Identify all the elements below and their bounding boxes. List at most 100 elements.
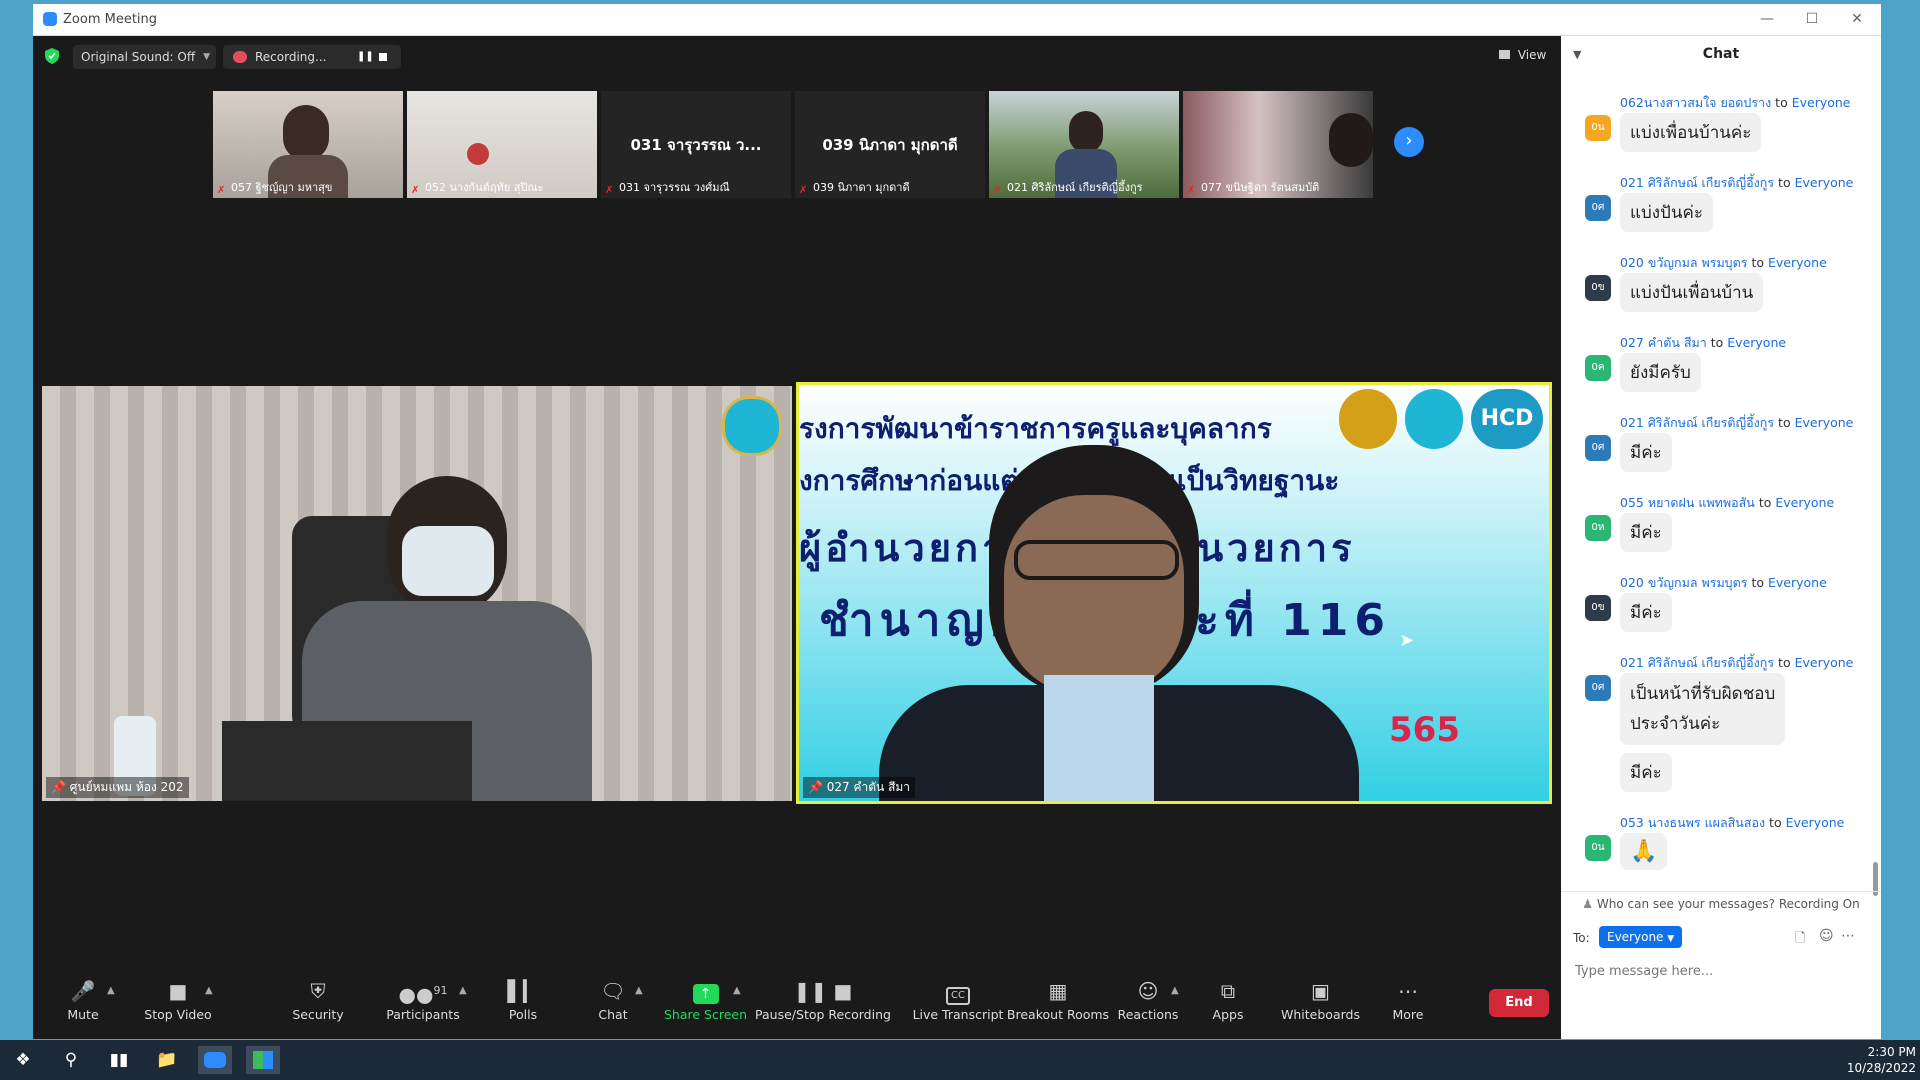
- stop-icon[interactable]: [379, 53, 387, 61]
- chat-title: Chat: [1702, 46, 1740, 62]
- zoom-logo-icon: [43, 12, 57, 26]
- message-bubble: 🙏: [1620, 833, 1668, 870]
- flower-decor: [467, 143, 489, 165]
- participant-thumbnail[interactable]: ✗ 077 ขนิษฐิดา รัตนสมบัติ: [1183, 91, 1373, 198]
- message-bubble: มีค่ะ: [1620, 513, 1672, 552]
- sender-name[interactable]: 053 นางธนพร แผลสินสอง: [1620, 815, 1765, 830]
- sender-name[interactable]: 021 ศิริลักษณ์ เกียรติญี่อึ้งกูร: [1620, 655, 1774, 670]
- participant-thumbnail[interactable]: ✗ 057 ฐิชญ์ญา มหาสุข: [213, 91, 403, 198]
- muted-mic-icon: ✗: [217, 185, 226, 196]
- sender-name[interactable]: 055 หยาดฝน แพทพอสัน: [1620, 495, 1755, 510]
- live-transcript-label: Live Transcript: [912, 1007, 1004, 1022]
- laptop: [222, 721, 472, 801]
- participant-name: 057 ฐิชญ์ญา มหาสุข: [231, 181, 333, 194]
- security-label: Security: [292, 1007, 344, 1022]
- sender-name[interactable]: 020 ขวัญกมล พรมบุตร: [1620, 255, 1747, 270]
- message-header: 020 ขวัญกมล พรมบุตร to Everyone: [1620, 573, 1827, 593]
- system-clock[interactable]: 2:30 PM 10/28/2022: [1840, 1044, 1916, 1076]
- stop-video-label: Stop Video: [144, 1007, 212, 1022]
- to-word: to: [1778, 175, 1791, 190]
- sender-name[interactable]: 021 ศิริลักษณ์ เกียรติญี่อึ้งกูร: [1620, 175, 1774, 190]
- emoji-icon[interactable]: ☺: [1819, 928, 1834, 944]
- apps-button[interactable]: ⧉ Apps: [1198, 979, 1258, 1035]
- participant-thumbnail[interactable]: 031 จารุวรรณ ว... ✗ 031 จารุวรรณ วงศ์มณี: [601, 91, 791, 198]
- message-text-line: ประจำวันค่ะ: [1630, 714, 1721, 734]
- chevron-up-icon[interactable]: ▲: [107, 985, 115, 996]
- windows-start-icon[interactable]: ❖: [6, 1046, 40, 1074]
- pause-stop-recording-button[interactable]: ❚❚ ■ Pause/Stop Recording: [753, 979, 893, 1035]
- chat-button[interactable]: 🗨 Chat: [583, 979, 643, 1035]
- file-explorer-icon[interactable]: 📁: [150, 1046, 184, 1074]
- participant-display-name: 031 จารุวรรณ ว...: [630, 136, 762, 154]
- polls-button[interactable]: ▌▎ Polls: [488, 979, 558, 1035]
- end-meeting-button[interactable]: End: [1489, 989, 1549, 1017]
- recipient-name: Everyone: [1775, 495, 1835, 510]
- chevron-up-icon[interactable]: ▲: [205, 985, 213, 996]
- live-transcript-button[interactable]: CC Live Transcript: [908, 979, 1008, 1035]
- window-title: Zoom Meeting: [63, 12, 158, 27]
- chevron-up-icon[interactable]: ▲: [1171, 985, 1179, 996]
- participant-thumbnail[interactable]: ✗ 021 ศิริลักษณ์ เกียรติญี่อึ้งกูร: [989, 91, 1179, 198]
- security-button[interactable]: ⛨ Security: [283, 979, 353, 1035]
- message-bubble: เป็นหน้าที่รับผิดชอบ ประจำวันค่ะ: [1620, 673, 1786, 745]
- maximize-button[interactable]: ☐: [1792, 8, 1832, 30]
- mute-button[interactable]: 🎤 Mute: [53, 979, 113, 1035]
- task-view-icon[interactable]: ▮▮: [102, 1046, 136, 1074]
- sender-name[interactable]: 027 คำตัน สีมา: [1620, 335, 1707, 350]
- participant-thumbnail[interactable]: ✗ 052 นางกันต์ฤทัย สุปิณะ: [407, 91, 597, 198]
- view-button[interactable]: View: [1499, 48, 1546, 62]
- main-video-left[interactable]: 📌 ศูนย์หมแพม ห้อง 202: [42, 386, 792, 801]
- apps-icon: ⧉: [1220, 979, 1236, 1003]
- sender-name[interactable]: 021 ศิริลักษณ์ เกียรติญี่อึ้งกูร: [1620, 415, 1774, 430]
- pin-icon: 📌: [51, 780, 66, 794]
- shield-icon[interactable]: [45, 48, 59, 64]
- main-video-right-active-speaker[interactable]: รงการพัฒนาข้าราชการครูและบุคลากร งการศึก…: [796, 382, 1552, 804]
- sender-name[interactable]: 062นางสาวสมใจ ยอดปราง: [1620, 95, 1771, 110]
- person-face: [1004, 495, 1184, 695]
- to-word: to: [1778, 415, 1791, 430]
- next-page-arrow-icon[interactable]: ›: [1394, 127, 1424, 157]
- chevron-up-icon[interactable]: ▲: [733, 985, 741, 996]
- meeting-area: Original Sound: Off ▼ Recording... ❚❚ Vi…: [33, 36, 1561, 1039]
- privacy-note[interactable]: ♟ Who can see your messages? Recording O…: [1561, 897, 1881, 911]
- zoom-app-icon[interactable]: [198, 1046, 232, 1074]
- original-sound-button[interactable]: Original Sound: Off ▼: [73, 45, 216, 69]
- participant-figure: [283, 105, 329, 161]
- ellipsis-icon[interactable]: ⋯: [1841, 928, 1855, 944]
- message-header: 055 หยาดฝน แพทพอสัน to Everyone: [1620, 493, 1834, 513]
- participant-name: 039 นิภาดา มุกดาดี: [813, 181, 910, 194]
- close-button[interactable]: ✕: [1837, 8, 1877, 30]
- meeting-toolbar: 🎤 Mute ▲ ■ Stop Video ▲ ⛨ Security ●●91 …: [33, 971, 1561, 1039]
- to-word: to: [1769, 815, 1782, 830]
- chat-message-input[interactable]: [1573, 957, 1867, 985]
- file-icon[interactable]: 🗋: [1795, 929, 1805, 951]
- participant-name: 021 ศิริลักษณ์ เกียรติญี่อึ้งกูร: [1007, 181, 1143, 194]
- to-word: to: [1775, 95, 1788, 110]
- participants-button[interactable]: ●●91 Participants: [373, 979, 473, 1035]
- recipient-dropdown[interactable]: Everyone ▼: [1599, 926, 1683, 948]
- minimize-button[interactable]: —: [1747, 8, 1787, 30]
- recipient-name: Everyone: [1727, 335, 1787, 350]
- message-bubble: แบ่งปันค่ะ: [1620, 193, 1713, 232]
- more-button[interactable]: ⋯ More: [1378, 979, 1438, 1035]
- divider: [1561, 891, 1881, 892]
- recipient-name: Everyone: [1767, 255, 1827, 270]
- muted-mic-icon: ✗: [993, 185, 1002, 196]
- recipient-dropdown-label: Everyone: [1607, 930, 1664, 944]
- clock-time: 2:30 PM: [1867, 1045, 1916, 1059]
- chevron-up-icon[interactable]: ▲: [635, 985, 643, 996]
- pause-icon[interactable]: ❚❚: [357, 45, 374, 69]
- chat-label: Chat: [598, 1007, 628, 1022]
- breakout-rooms-button[interactable]: ▦ Breakout Rooms: [1003, 979, 1113, 1035]
- message-bubble: แบ่งเพื่อนบ้านค่ะ: [1620, 113, 1762, 152]
- participant-name: 052 นางกันต์ฤทัย สุปิณะ: [425, 181, 544, 194]
- participant-thumbnail[interactable]: 039 นิภาดา มุกดาดี ✗ 039 นิภาดา มุกดาดี: [795, 91, 985, 198]
- chevron-up-icon[interactable]: ▲: [459, 985, 467, 996]
- app-taskbar-icon[interactable]: [246, 1046, 280, 1074]
- participant-name: 077 ขนิษฐิดา รัตนสมบัติ: [1201, 181, 1320, 194]
- search-icon[interactable]: ⚲: [54, 1046, 88, 1074]
- hcd-logo: HCD: [1471, 389, 1543, 449]
- eyeglasses: [1014, 540, 1179, 580]
- whiteboards-button[interactable]: ▣ Whiteboards: [1273, 979, 1368, 1035]
- sender-name[interactable]: 020 ขวัญกมล พรมบุตร: [1620, 575, 1747, 590]
